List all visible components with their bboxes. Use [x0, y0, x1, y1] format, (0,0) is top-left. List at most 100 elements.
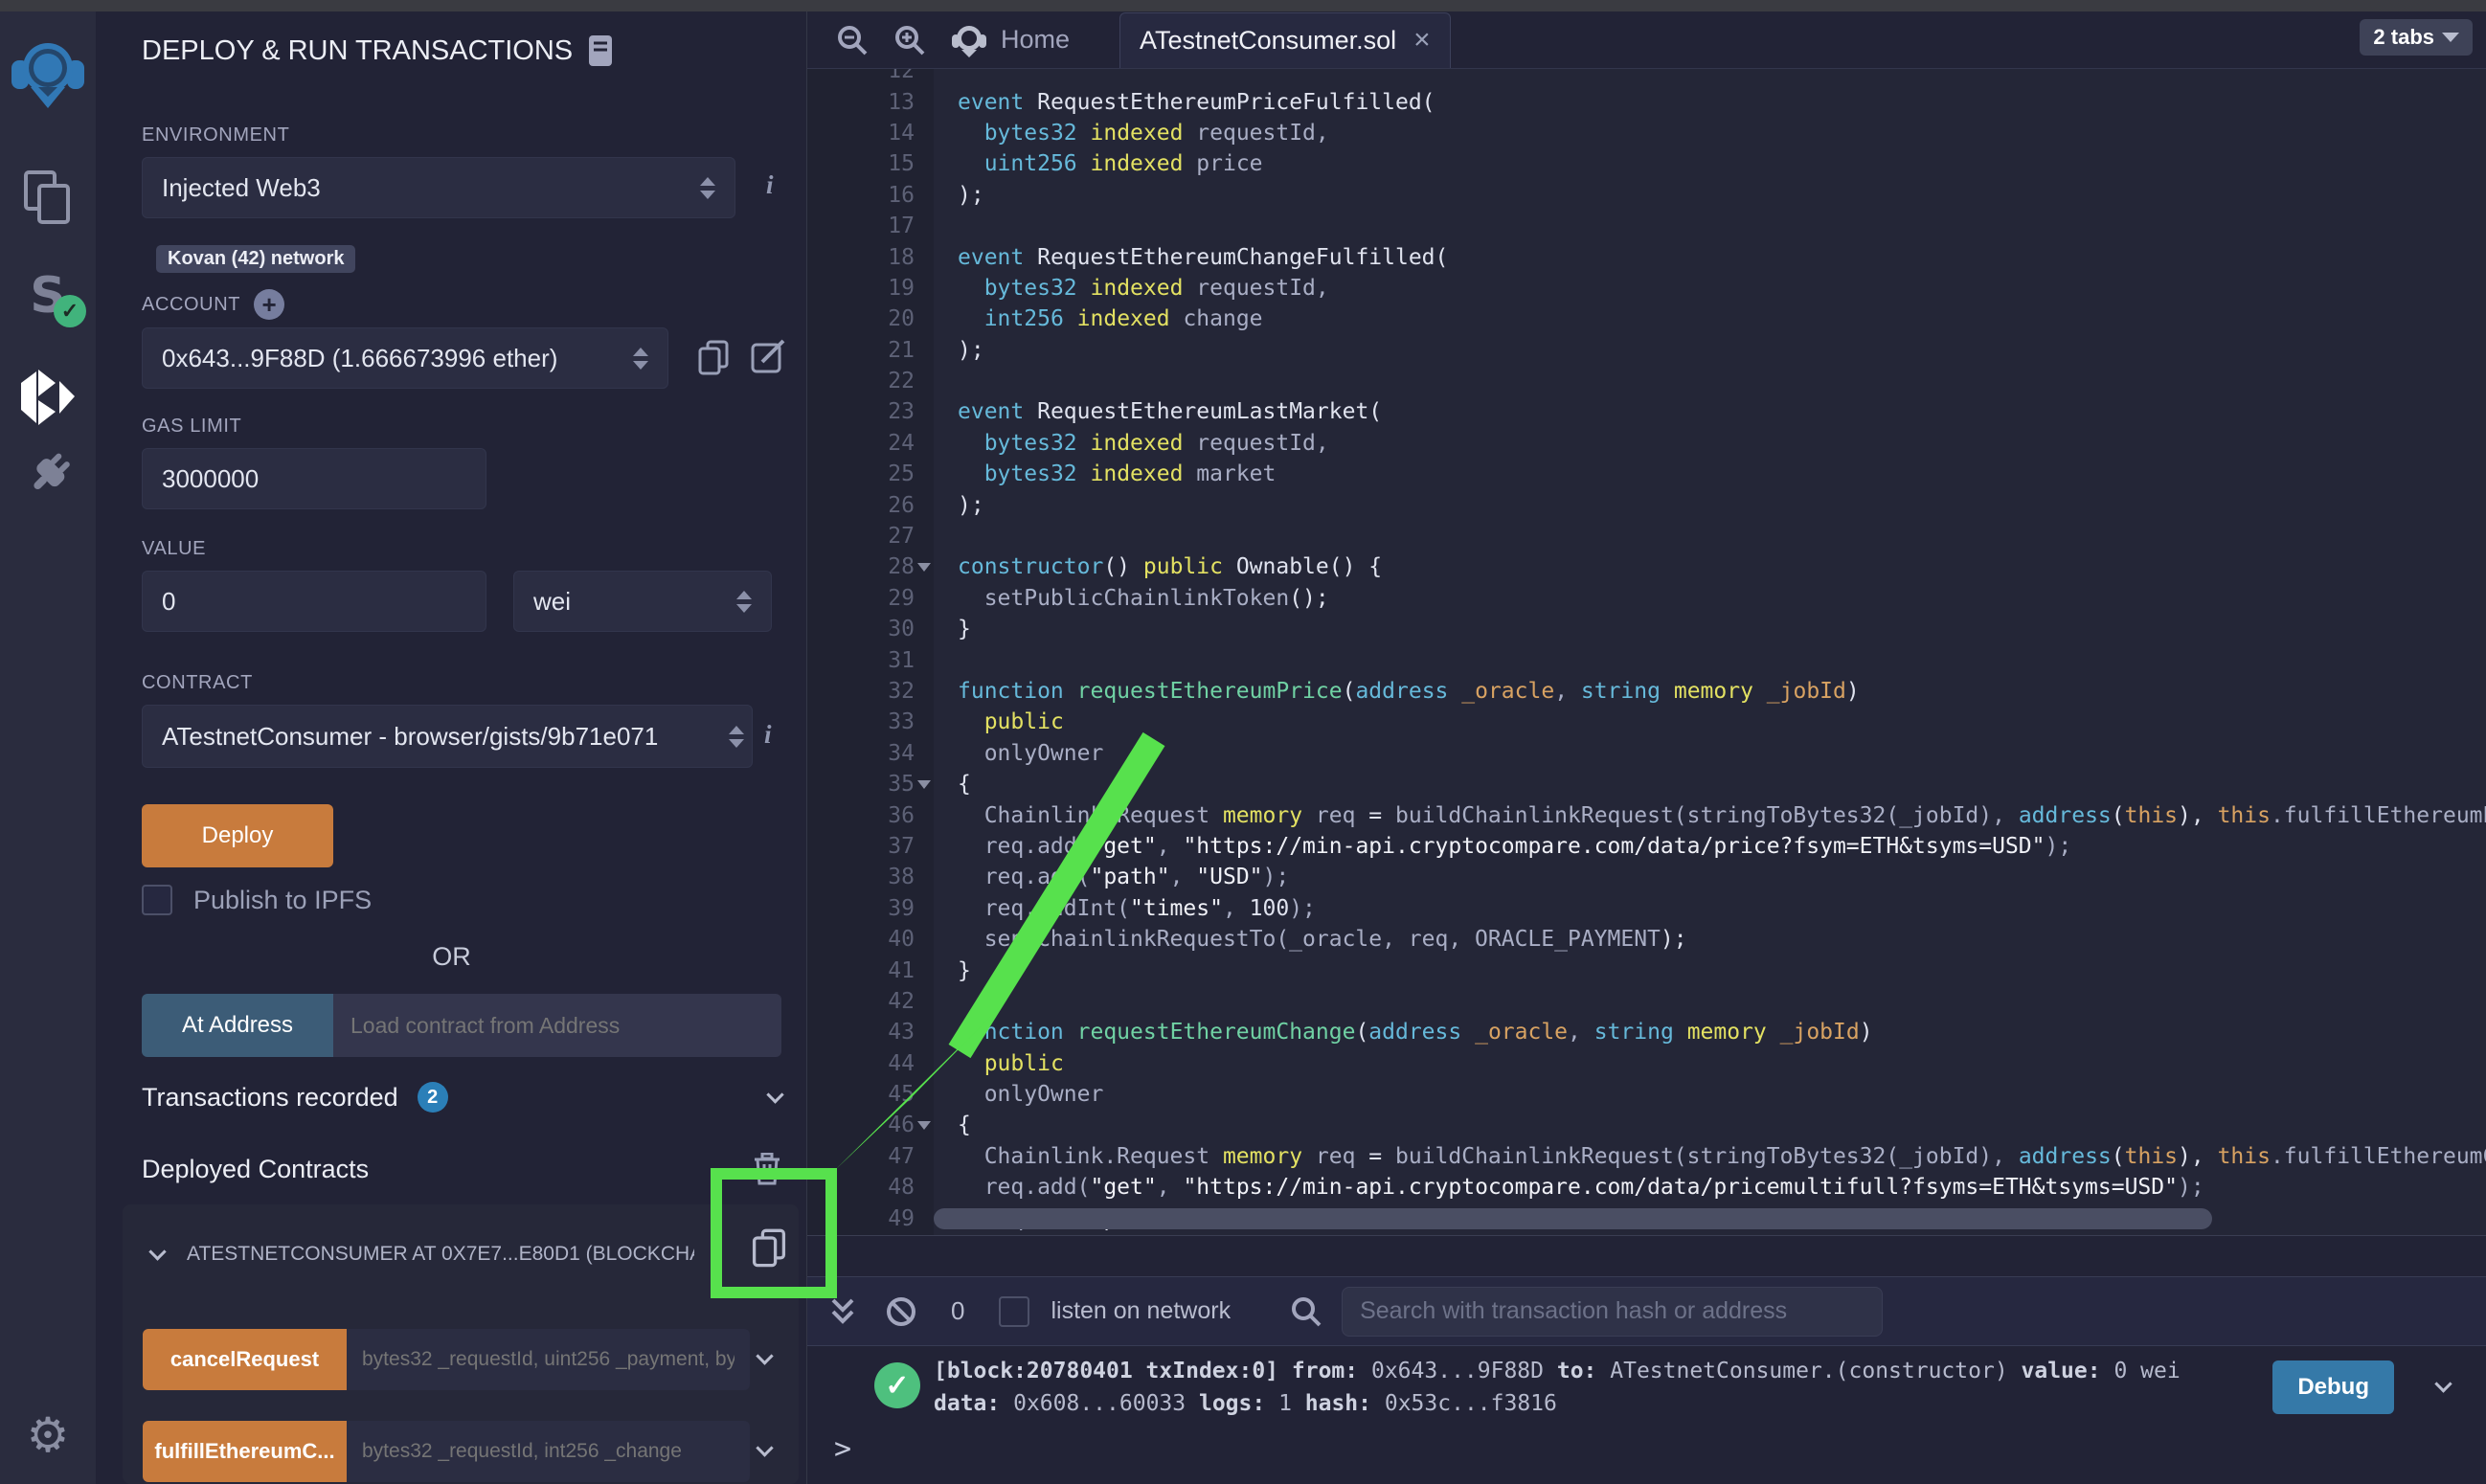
solidity-compiler-icon[interactable]: S ✓ — [0, 262, 96, 329]
line-number[interactable]: 34 — [807, 741, 915, 766]
clear-instances-trash-icon[interactable] — [753, 1153, 781, 1185]
code-area[interactable]: 12 13event RequestEthereumPriceFulfilled(… — [807, 69, 2486, 1235]
line-number[interactable]: 24 — [807, 431, 915, 456]
fold-marker-icon[interactable] — [915, 1121, 934, 1130]
code-line[interactable]: 45 onlyOwner — [807, 1079, 2486, 1110]
line-number[interactable]: 49 — [807, 1206, 915, 1231]
line-number[interactable]: 38 — [807, 865, 915, 889]
line-number[interactable]: 19 — [807, 276, 915, 301]
code-line[interactable]: 32function requestEthereumPrice(address … — [807, 676, 2486, 707]
code-line[interactable]: 21); — [807, 335, 2486, 366]
debug-button[interactable]: Debug — [2272, 1360, 2394, 1414]
expand-function-icon[interactable] — [756, 1347, 773, 1364]
line-number[interactable]: 48 — [807, 1175, 915, 1200]
code-line[interactable]: 31 — [807, 644, 2486, 675]
listen-network-checkbox[interactable] — [999, 1296, 1029, 1327]
code-line[interactable]: 40 sendChainlinkRequestTo(_oracle, req, … — [807, 924, 2486, 955]
code-line[interactable]: 35{ — [807, 769, 2486, 799]
code-line[interactable]: 17 — [807, 211, 2486, 241]
line-number[interactable]: 22 — [807, 369, 915, 393]
code-line[interactable]: 33 public — [807, 707, 2486, 737]
line-number[interactable]: 36 — [807, 803, 915, 828]
code-line[interactable]: 48 req.add("get", "https://min-api.crypt… — [807, 1172, 2486, 1203]
publish-ipfs-checkbox[interactable] — [142, 885, 172, 915]
code-line[interactable]: 37 req.add("get", "https://min-api.crypt… — [807, 831, 2486, 862]
tx-log-line-1[interactable]: [block:20780401 txIndex:0] from: 0x643..… — [934, 1359, 2181, 1383]
code-line[interactable]: 19 bytes32 indexed requestId, — [807, 273, 2486, 304]
code-line[interactable]: 43function requestEthereumChange(address… — [807, 1017, 2486, 1047]
fold-marker-icon[interactable] — [915, 780, 934, 789]
tabs-count-dropdown[interactable]: 2 tabs — [2360, 19, 2473, 56]
code-line[interactable]: 30} — [807, 614, 2486, 644]
terminal-prompt[interactable]: > — [834, 1432, 851, 1466]
contract-select[interactable]: ATestnetConsumer - browser/gists/9b71e07… — [142, 705, 753, 768]
line-number[interactable]: 45 — [807, 1082, 915, 1107]
line-number[interactable]: 41 — [807, 958, 915, 983]
close-tab-icon[interactable]: × — [1413, 24, 1431, 56]
sign-message-icon[interactable] — [751, 339, 787, 375]
value-input[interactable] — [162, 587, 466, 617]
code-line[interactable]: 13event RequestEthereumPriceFulfilled( — [807, 86, 2486, 117]
fold-marker-icon[interactable] — [915, 563, 934, 572]
code-line[interactable]: 42 — [807, 986, 2486, 1017]
chevron-down-icon[interactable] — [148, 1243, 166, 1260]
line-number[interactable]: 32 — [807, 679, 915, 704]
chevron-down-icon[interactable] — [766, 1086, 783, 1103]
add-account-icon[interactable]: + — [254, 289, 284, 320]
line-number[interactable]: 18 — [807, 245, 915, 270]
copy-account-icon[interactable] — [697, 339, 730, 377]
line-number[interactable]: 13 — [807, 90, 915, 115]
line-number[interactable]: 31 — [807, 648, 915, 673]
code-line[interactable]: 14 bytes32 indexed requestId, — [807, 118, 2486, 148]
code-line[interactable]: 41} — [807, 955, 2486, 985]
deploy-button[interactable]: Deploy — [142, 804, 333, 867]
terminal-search-input[interactable] — [1360, 1297, 1864, 1325]
environment-info-icon[interactable]: i — [766, 170, 774, 200]
line-number[interactable]: 33 — [807, 709, 915, 734]
line-number[interactable]: 40 — [807, 927, 915, 952]
settings-gear-icon[interactable]: ⚙ — [0, 1402, 96, 1469]
doc-link-icon[interactable] — [588, 34, 613, 67]
code-line[interactable]: 29 setPublicChainlinkToken(); — [807, 583, 2486, 614]
line-number[interactable]: 42 — [807, 989, 915, 1014]
horizontal-scrollbar[interactable] — [934, 1208, 2212, 1229]
copy-address-icon[interactable] — [751, 1227, 787, 1270]
value-unit-select[interactable]: wei — [513, 571, 772, 632]
line-number[interactable]: 12 — [807, 69, 915, 83]
code-line[interactable]: 38 req.add("path", "USD"); — [807, 862, 2486, 892]
environment-select[interactable]: Injected Web3 — [142, 157, 735, 218]
line-number[interactable]: 27 — [807, 524, 915, 549]
code-line[interactable]: 18event RequestEthereumChangeFulfilled( — [807, 241, 2486, 272]
expand-log-icon[interactable] — [2434, 1375, 2452, 1392]
line-number[interactable]: 28 — [807, 554, 915, 579]
cancel-request-button[interactable]: cancelRequest — [143, 1329, 347, 1390]
code-line[interactable]: 47 Chainlink.Request memory req = buildC… — [807, 1141, 2486, 1172]
fulfill-ethereum-button[interactable]: fulfillEthereumC... — [143, 1421, 347, 1482]
line-number[interactable]: 35 — [807, 772, 915, 797]
account-select[interactable]: 0x643...9F88D (1.666673996 ether) — [142, 327, 668, 389]
code-line[interactable]: 25 bytes32 indexed market — [807, 459, 2486, 489]
line-number[interactable]: 37 — [807, 834, 915, 859]
expand-function-icon[interactable] — [756, 1439, 773, 1456]
deploy-run-icon[interactable] — [0, 364, 96, 431]
line-number[interactable]: 46 — [807, 1113, 915, 1137]
code-line[interactable]: 34 onlyOwner — [807, 738, 2486, 769]
line-number[interactable]: 25 — [807, 461, 915, 486]
line-number[interactable]: 43 — [807, 1020, 915, 1045]
line-number[interactable]: 47 — [807, 1144, 915, 1169]
cancel-request-params-input[interactable] — [362, 1348, 734, 1371]
tab-active-file[interactable]: ATestnetConsumer.sol × — [1119, 12, 1451, 68]
line-number[interactable]: 21 — [807, 338, 915, 363]
line-number[interactable]: 44 — [807, 1051, 915, 1076]
transactions-recorded-row[interactable]: Transactions recorded 2 — [142, 1082, 781, 1113]
zoom-out-icon[interactable] — [836, 24, 869, 56]
line-number[interactable]: 14 — [807, 121, 915, 146]
line-number[interactable]: 26 — [807, 493, 915, 518]
clear-console-icon[interactable] — [884, 1294, 918, 1329]
tab-home[interactable]: Home — [1001, 25, 1070, 55]
fulfill-ethereum-params-input[interactable] — [362, 1440, 734, 1463]
line-number[interactable]: 20 — [807, 306, 915, 331]
contract-instance-header[interactable]: ATESTNETCONSUMER AT 0X7E7...E80D1 (BLOCK… — [151, 1243, 726, 1266]
line-number[interactable]: 30 — [807, 617, 915, 641]
code-line[interactable]: 16); — [807, 180, 2486, 211]
